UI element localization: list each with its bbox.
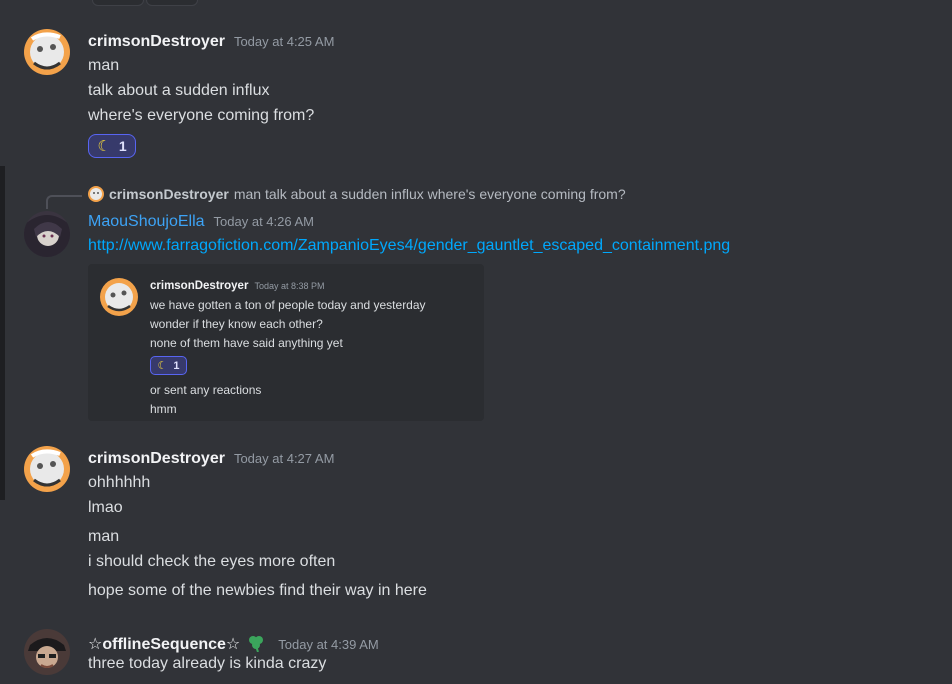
message-link[interactable]: http://www.farragofiction.com/ZampanioEy…	[88, 237, 730, 255]
message-text: where's everyone coming from?	[88, 107, 315, 124]
reaction-button[interactable]: ☾ 1	[88, 134, 136, 158]
message-text: ohhhhhh	[88, 474, 151, 491]
moon-icon: ☾	[157, 360, 168, 372]
image-embed[interactable]: crimsonDestroyer Today at 8:38 PM we hav…	[88, 264, 484, 421]
reply-text[interactable]: man talk about a sudden influx where's e…	[234, 186, 626, 202]
message-timestamp[interactable]: Today at 4:39 AM	[278, 637, 378, 652]
message-text: man	[88, 57, 120, 74]
clover-icon	[249, 636, 264, 652]
avatar-image	[24, 446, 70, 492]
reply-avatar	[88, 186, 104, 202]
reply-connector	[46, 195, 82, 209]
user-avatar[interactable]	[24, 29, 70, 75]
message-text: lmao	[88, 499, 123, 516]
message-timestamp[interactable]: Today at 4:25 AM	[234, 34, 334, 49]
message-text: three today already is kinda crazy	[88, 655, 327, 672]
username[interactable]: crimsonDestroyer	[88, 450, 225, 468]
previous-reaction-stub	[146, 0, 198, 6]
previous-reaction-stub	[92, 0, 144, 6]
embed-text: none of them have said anything yet	[150, 336, 343, 350]
message-timestamp[interactable]: Today at 4:26 AM	[214, 214, 314, 229]
username[interactable]: ☆offlineSequence☆	[88, 634, 240, 654]
message-text: man	[88, 528, 120, 545]
username[interactable]: crimsonDestroyer	[88, 33, 225, 51]
embed-reaction: ☾ 1	[150, 356, 187, 375]
message-timestamp[interactable]: Today at 4:27 AM	[234, 451, 334, 466]
embed-text: wonder if they know each other?	[150, 317, 323, 331]
avatar-image	[24, 211, 70, 257]
embed-text: we have gotten a ton of people today and…	[150, 298, 426, 312]
avatar-image	[24, 629, 70, 675]
avatar-image	[24, 29, 70, 75]
message-text: hope some of the newbies find their way …	[88, 582, 427, 599]
embed-avatar	[100, 278, 138, 316]
user-avatar[interactable]	[24, 446, 70, 492]
message-text: i should check the eyes more often	[88, 553, 336, 570]
moon-icon: ☾	[97, 138, 111, 155]
embed-timestamp: Today at 8:38 PM	[254, 281, 325, 291]
message-text: talk about a sudden influx	[88, 82, 270, 99]
username[interactable]: MaouShoujoElla	[88, 213, 205, 231]
user-avatar[interactable]	[24, 629, 70, 675]
reply-username[interactable]: crimsonDestroyer	[109, 186, 229, 202]
reaction-count: 1	[118, 138, 127, 154]
embed-text: hmm	[150, 402, 177, 416]
reply-preview[interactable]: crimsonDestroyer man talk about a sudden…	[88, 186, 626, 202]
scrollbar-track[interactable]	[0, 166, 5, 500]
embed-text: or sent any reactions	[150, 383, 262, 397]
embed-reaction-count: 1	[173, 359, 180, 372]
embed-username: crimsonDestroyer	[150, 280, 249, 292]
user-avatar[interactable]	[24, 211, 70, 257]
